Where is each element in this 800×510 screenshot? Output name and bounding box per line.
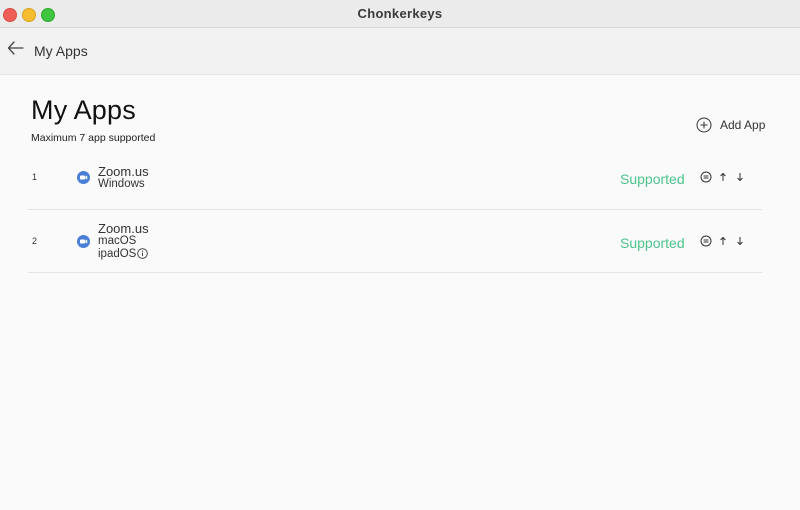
remove-app-button[interactable] xyxy=(699,234,713,248)
app-row: 2 Zoom.us macOS ipadOS Supported xyxy=(28,210,762,273)
app-window: Chonkerkeys My Apps My Apps Maximum 7 ap… xyxy=(0,0,800,510)
page-subtitle: Maximum 7 app supported xyxy=(31,132,156,144)
remove-app-button[interactable] xyxy=(699,170,713,184)
app-name: Zoom.us xyxy=(98,164,149,179)
toolbar: My Apps xyxy=(0,28,800,75)
zoom-icon xyxy=(77,171,90,184)
plus-circle-icon xyxy=(696,117,712,133)
status-label: Supported xyxy=(620,171,685,187)
add-app-label: Add App xyxy=(720,118,766,132)
zoom-icon xyxy=(77,235,90,248)
toolbar-title: My Apps xyxy=(34,43,88,59)
app-name: Zoom.us xyxy=(98,221,149,236)
info-icon[interactable] xyxy=(137,248,149,260)
status-label: Supported xyxy=(620,235,685,251)
row-index: 2 xyxy=(32,236,38,246)
platform-label: macOS xyxy=(98,235,137,247)
move-up-button[interactable] xyxy=(716,170,730,184)
move-down-button[interactable] xyxy=(733,170,747,184)
platform-label: Windows xyxy=(98,178,145,190)
back-button[interactable] xyxy=(6,38,26,58)
window-title: Chonkerkeys xyxy=(357,6,443,21)
move-down-button[interactable] xyxy=(733,234,747,248)
move-up-button[interactable] xyxy=(716,234,730,248)
add-app-button[interactable]: Add App xyxy=(696,116,765,134)
app-row: 1 Zoom.us Windows Supported xyxy=(28,152,762,210)
platform-label: ipadOS xyxy=(98,248,149,260)
row-index: 1 xyxy=(32,172,38,182)
page-title: My Apps xyxy=(31,95,136,125)
platform-label-text: ipadOS xyxy=(98,248,137,260)
title-bar: Chonkerkeys xyxy=(0,0,800,28)
arrow-left-icon xyxy=(7,41,24,55)
